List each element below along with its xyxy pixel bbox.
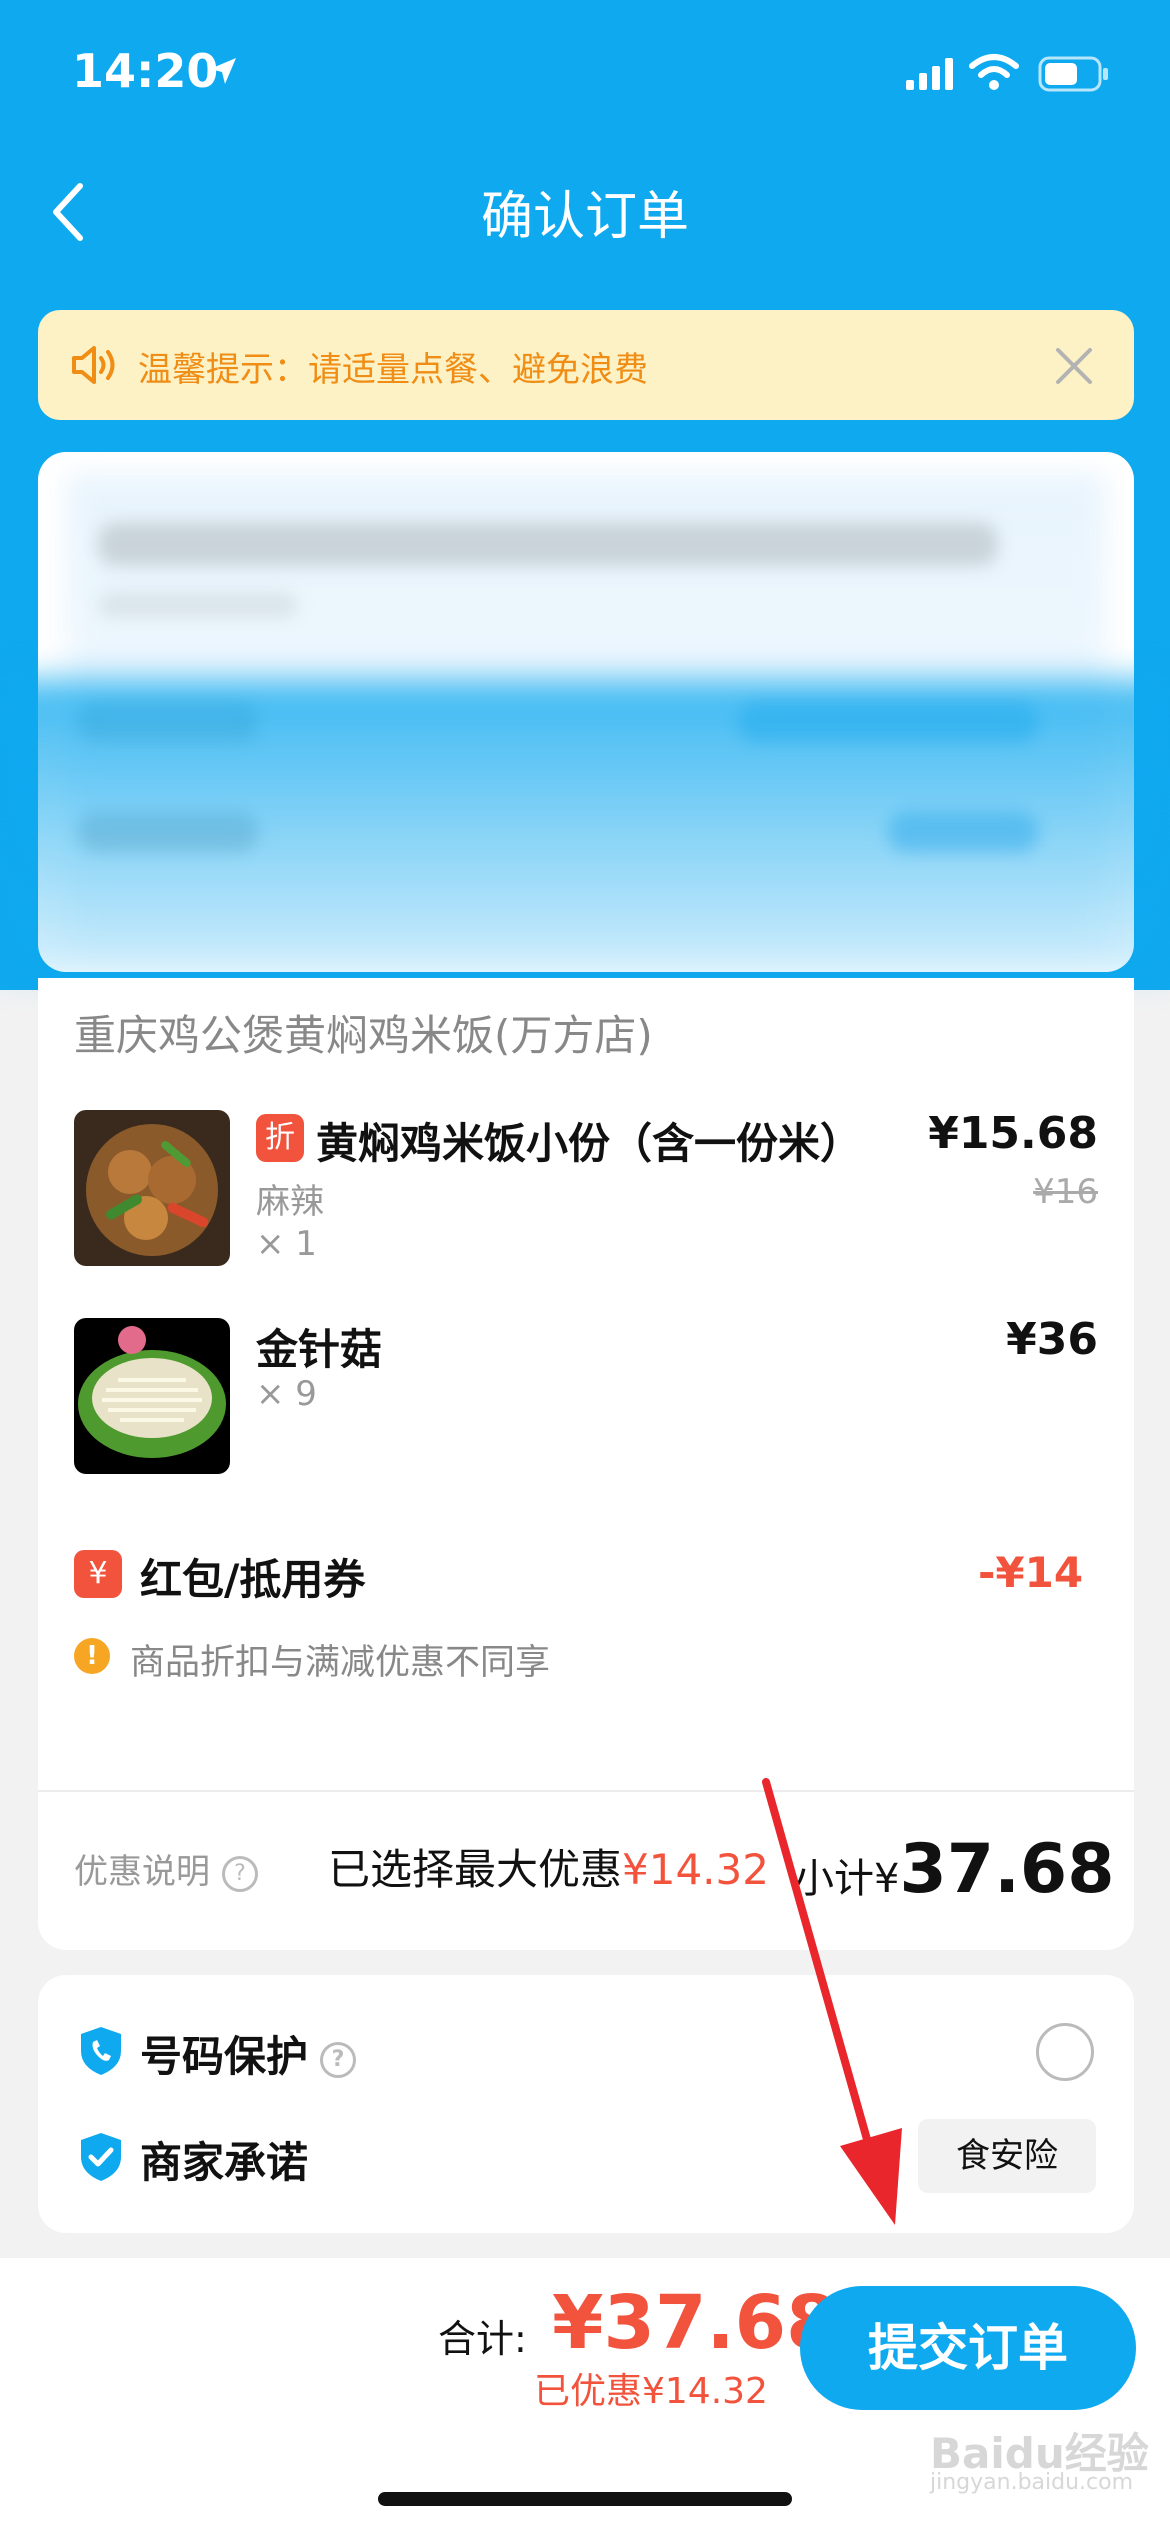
subtotal: 小计¥37.68 <box>794 1830 1115 1909</box>
coupon-value[interactable]: -¥14 <box>978 1548 1083 1597</box>
speaker-icon <box>72 346 115 384</box>
wifi-icon <box>969 54 1019 90</box>
item-original-price: ¥16 <box>1033 1172 1098 1212</box>
item-name: 金针菇 <box>256 1325 383 1374</box>
help-icon[interactable]: ? <box>320 2041 357 2078</box>
phone-shield-icon <box>81 2027 121 2075</box>
subtotal-value: 37.68 <box>899 1830 1115 1909</box>
options-card: 号码保护? 商家承诺 食安险 <box>38 1975 1134 2233</box>
tip-banner: 温馨提示：请适量点餐、避免浪费 <box>38 310 1134 420</box>
number-protect-radio[interactable] <box>1036 2023 1094 2081</box>
discount-info-label[interactable]: 优惠说明? <box>74 1844 258 1893</box>
tip-text: 温馨提示：请适量点餐、避免浪费 <box>138 350 648 390</box>
discount-selected: 已选择最大优惠¥14.32 <box>328 1845 769 1894</box>
location-arrow-icon <box>210 58 236 84</box>
check-shield-icon <box>81 2133 121 2181</box>
help-icon[interactable]: ? <box>222 1855 258 1892</box>
nav-bar: 确认订单 <box>0 150 1170 270</box>
status-bar: 14:20 <box>0 0 1170 150</box>
cellular-signal-icon <box>906 58 953 90</box>
coupon-label[interactable]: 红包/抵用券 <box>140 1546 365 1607</box>
item-name: 黄焖鸡米饭小份（含一份米） <box>316 1119 863 1168</box>
dish-image[interactable] <box>74 1110 230 1266</box>
item-price: ¥15.68 <box>928 1108 1098 1159</box>
watermark-url: jingyan.baidu.com <box>930 2470 1134 2495</box>
merchant-promise-label: 商家承诺 <box>140 2138 309 2187</box>
dish-image[interactable] <box>74 1318 230 1474</box>
battery-icon <box>1038 56 1108 92</box>
saved-amount: 已优惠¥14.32 <box>534 2371 768 2412</box>
item-price: ¥36 <box>1006 1314 1098 1365</box>
item-quantity: × 9 <box>256 1374 317 1414</box>
discount-badge: 折 <box>256 1114 304 1162</box>
submit-order-button[interactable]: 提交订单 <box>800 2286 1136 2410</box>
status-time: 14:20 <box>72 44 219 98</box>
home-indicator[interactable] <box>378 2492 792 2506</box>
warning-icon: ! <box>74 1638 110 1674</box>
discount-amount: ¥14.32 <box>622 1845 769 1894</box>
food-safety-tag[interactable]: 食安险 <box>918 2119 1096 2193</box>
order-card: 重庆鸡公煲黄焖鸡米饭(万方店) 折 黄焖鸡米饭小份（含一份米） 麻辣 × 1 ¥… <box>38 978 1134 1950</box>
total-label: 合计: <box>438 2317 527 2361</box>
coupon-icon: ¥ <box>74 1550 122 1598</box>
number-protect-label: 号码保护? <box>140 2023 357 2084</box>
warning-text: 商品折扣与满减优惠不同享 <box>130 1643 551 1683</box>
divider <box>38 1790 1134 1792</box>
total-value: ¥37.68 <box>552 2280 838 2366</box>
item-spec: 麻辣 <box>256 1182 324 1222</box>
blur-overlay <box>0 680 1170 980</box>
shop-name: 重庆鸡公煲黄焖鸡米饭(万方店) <box>74 1011 653 1060</box>
close-icon[interactable] <box>1054 346 1094 386</box>
item-quantity: × 1 <box>256 1224 317 1264</box>
page-title: 确认订单 <box>480 187 689 247</box>
